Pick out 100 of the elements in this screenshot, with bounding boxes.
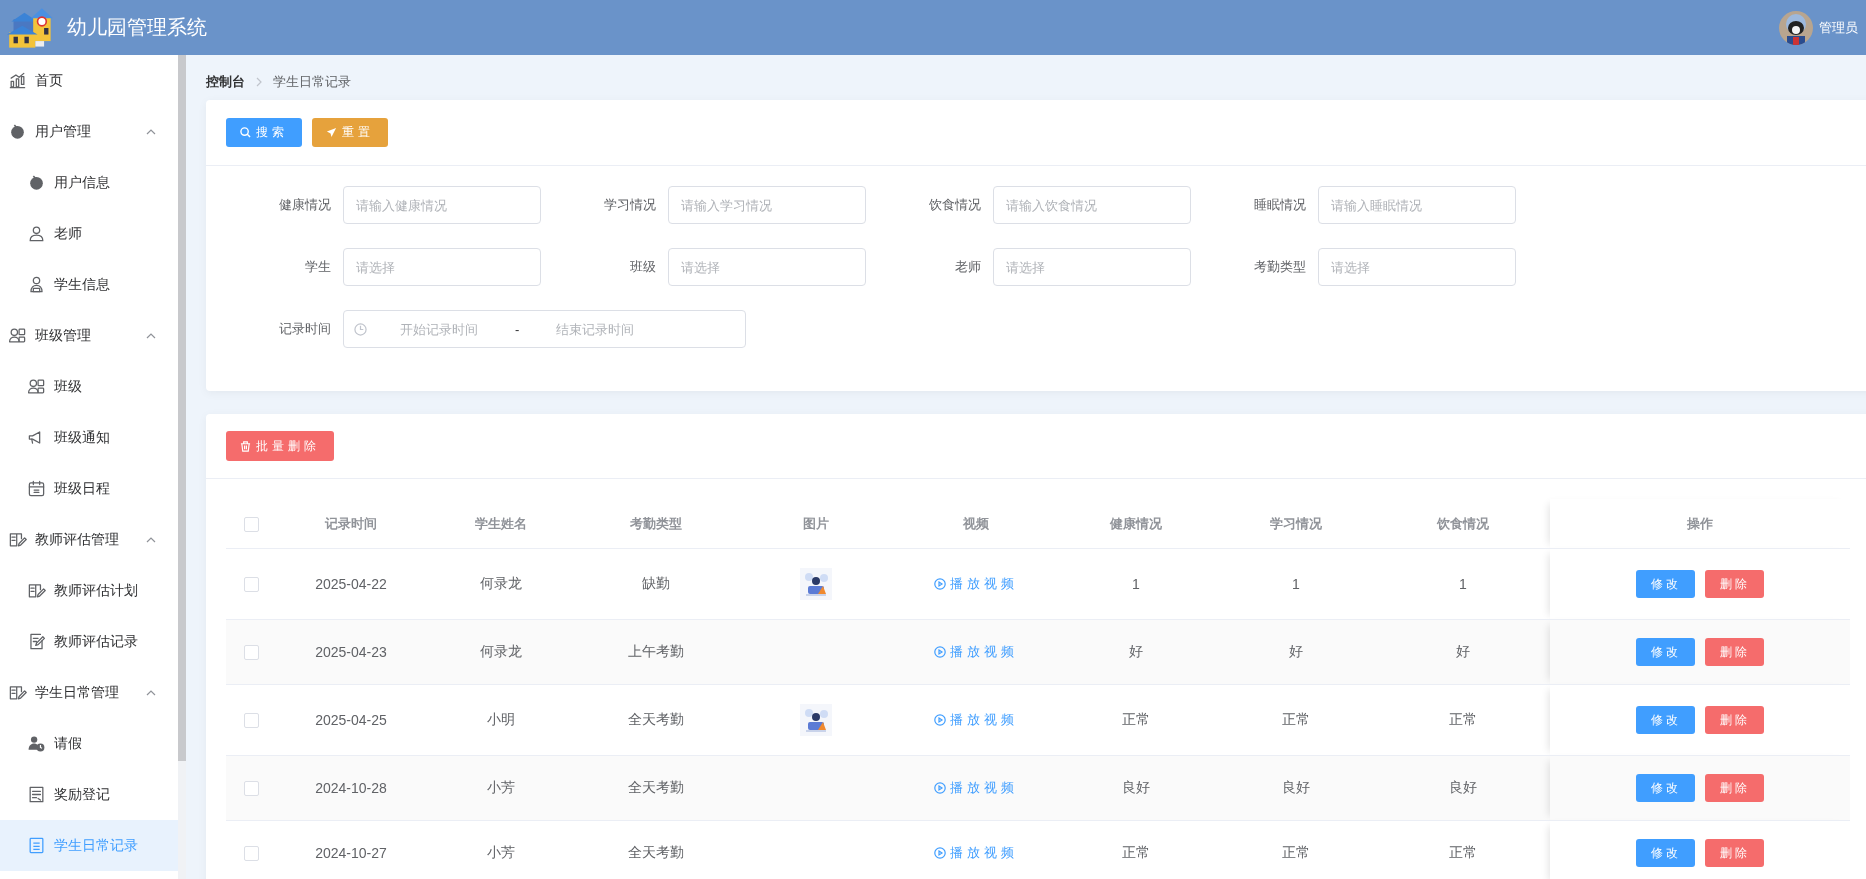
select-all-checkbox[interactable] <box>243 516 259 532</box>
sidebar-item[interactable]: 班级管理 <box>0 310 178 361</box>
sidebar-item[interactable]: 学生日常管理 <box>0 667 178 718</box>
edit-button[interactable]: 修改 <box>1636 570 1695 598</box>
table-cell: 正常 <box>1376 684 1550 756</box>
table-cell: 何录龙 <box>426 548 576 620</box>
reset-button[interactable]: 重置 <box>312 118 388 147</box>
input-field[interactable]: 请选择 <box>343 248 541 286</box>
table-cell: 良好 <box>1216 755 1376 821</box>
table-cell: 1 <box>1376 548 1550 620</box>
field-label: 学生 <box>304 258 332 276</box>
table-cell: 1 <box>1056 548 1216 620</box>
field-label: 考勤类型 <box>1253 258 1307 276</box>
group-icon <box>27 377 46 396</box>
table-cell: 2025-04-25 <box>276 684 426 756</box>
field-label: 班级 <box>629 258 657 276</box>
sidebar-item[interactable]: 用户信息 <box>0 157 178 208</box>
row-checkbox[interactable] <box>243 577 259 593</box>
play-video-link[interactable]: 播放视频 <box>934 844 1018 862</box>
blob-icon <box>8 122 27 141</box>
row-checkbox[interactable] <box>243 781 259 797</box>
row-checkbox[interactable] <box>243 846 259 862</box>
chart-icon <box>8 71 27 90</box>
group-icon <box>8 326 27 345</box>
batch-delete-button[interactable]: 批量删除 <box>226 431 334 461</box>
notebook-edit-icon <box>8 683 27 702</box>
row-checkbox[interactable] <box>243 645 259 661</box>
table-cell: 良好 <box>1056 755 1216 821</box>
sidebar-item[interactable]: 班级 <box>0 361 178 412</box>
field-label: 记录时间 <box>278 320 332 338</box>
edit-button[interactable]: 修改 <box>1636 706 1695 734</box>
edit-button[interactable]: 修改 <box>1636 839 1695 867</box>
delete-button[interactable]: 删除 <box>1705 774 1764 802</box>
input-field[interactable]: 请输入健康情况 <box>343 186 541 224</box>
delete-button[interactable]: 删除 <box>1705 638 1764 666</box>
table-cell: 小明 <box>426 684 576 756</box>
range-separator: - <box>514 321 521 337</box>
sidebar-item[interactable]: 学生信息 <box>0 259 178 310</box>
input-field[interactable]: 请输入学习情况 <box>668 186 866 224</box>
sidebar-item[interactable]: 学生日常记录 <box>0 820 178 871</box>
person-clock-icon <box>27 734 46 753</box>
column-header: 饮食情况 <box>1376 499 1550 549</box>
table-cell: 上午考勤 <box>576 619 736 685</box>
play-video-link[interactable]: 播放视频 <box>934 779 1018 797</box>
play-icon <box>934 782 946 794</box>
table-cell: 好 <box>1216 619 1376 685</box>
chevron-icon <box>254 77 264 87</box>
table-cell: 全天考勤 <box>576 684 736 756</box>
paper-plane-icon <box>326 127 337 138</box>
table-cell: 全天考勤 <box>576 755 736 821</box>
notebook-edit-icon <box>8 530 27 549</box>
sidebar-item[interactable]: 老师 <box>0 208 178 259</box>
edit-button[interactable]: 修改 <box>1636 774 1695 802</box>
play-video-link[interactable]: 播放视频 <box>934 711 1018 729</box>
field-label: 健康情况 <box>278 196 332 214</box>
input-field[interactable]: 请选择 <box>993 248 1191 286</box>
input-field[interactable]: 请输入睡眠情况 <box>1318 186 1516 224</box>
breadcrumb-item: 学生日常记录 <box>273 73 351 91</box>
delete-button[interactable]: 删除 <box>1705 706 1764 734</box>
delete-button[interactable]: 删除 <box>1705 570 1764 598</box>
clock-icon <box>354 322 367 336</box>
sidebar-item[interactable]: 请假 <box>0 718 178 769</box>
user-name[interactable]: 管理员 <box>1819 18 1858 37</box>
notebook-edit-icon <box>27 581 46 600</box>
play-video-link[interactable]: 播放视频 <box>934 643 1018 661</box>
person-icon <box>27 224 46 243</box>
table-cell: 正常 <box>1216 684 1376 756</box>
delete-button[interactable]: 删除 <box>1705 839 1764 867</box>
trash-icon <box>240 440 251 452</box>
breadcrumb-item[interactable]: 控制台 <box>206 73 245 91</box>
input-field[interactable]: 请选择 <box>668 248 866 286</box>
play-icon <box>934 578 946 590</box>
field-label: 睡眠情况 <box>1253 196 1307 214</box>
sidebar-item[interactable]: 教师评估管理 <box>0 514 178 565</box>
table-cell: 缺勤 <box>576 548 736 620</box>
edit-button[interactable]: 修改 <box>1636 638 1695 666</box>
search-button[interactable]: 搜索 <box>226 118 302 147</box>
table-cell: 2025-04-22 <box>276 548 426 620</box>
sidebar-item[interactable]: 班级通知 <box>0 412 178 463</box>
table-cell: 小芳 <box>426 755 576 821</box>
sidebar-item[interactable]: 首页 <box>0 55 178 106</box>
field-label: 老师 <box>954 258 982 276</box>
table-cell: 正常 <box>1376 820 1550 879</box>
table-cell: 2025-04-23 <box>276 619 426 685</box>
sidebar-item[interactable]: 班级日程 <box>0 463 178 514</box>
play-video-link[interactable]: 播放视频 <box>934 575 1018 593</box>
calendar-icon <box>27 479 46 498</box>
sidebar-item[interactable]: 用户管理 <box>0 106 178 157</box>
table-cell: 正常 <box>1056 684 1216 756</box>
sidebar-item[interactable]: 奖励登记 <box>0 769 178 820</box>
table-cell: 良好 <box>1376 755 1550 821</box>
app-title: 幼儿园管理系统 <box>67 15 208 40</box>
input-field[interactable]: 请选择 <box>1318 248 1516 286</box>
sidebar-item[interactable]: 教师评估记录 <box>0 616 178 667</box>
blob-icon <box>27 173 46 192</box>
play-icon <box>934 847 946 859</box>
row-checkbox[interactable] <box>243 713 259 729</box>
document-icon <box>27 785 46 804</box>
input-field[interactable]: 请输入饮食情况 <box>993 186 1191 224</box>
sidebar-item[interactable]: 教师评估计划 <box>0 565 178 616</box>
